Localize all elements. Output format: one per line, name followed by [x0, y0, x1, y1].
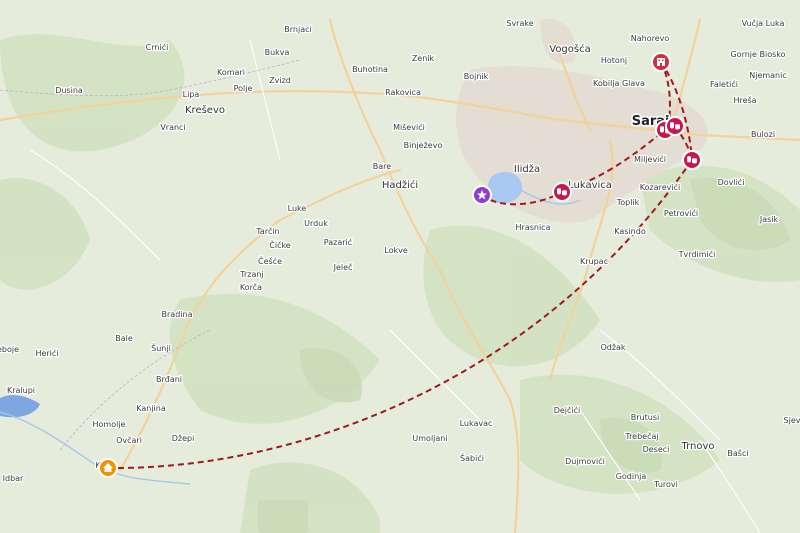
theater-3-marker[interactable]	[665, 116, 685, 136]
star-marker[interactable]	[472, 185, 492, 205]
hotel-marker[interactable]	[651, 52, 671, 72]
markers-layer	[98, 52, 702, 478]
map-canvas[interactable]: Svrake Brnjaci Vogošća Nahorevo Vučja Luka Cr…	[0, 0, 800, 533]
home-marker[interactable]	[98, 458, 118, 478]
theater-1-marker[interactable]	[552, 182, 572, 202]
theater-4-marker[interactable]	[682, 150, 702, 170]
